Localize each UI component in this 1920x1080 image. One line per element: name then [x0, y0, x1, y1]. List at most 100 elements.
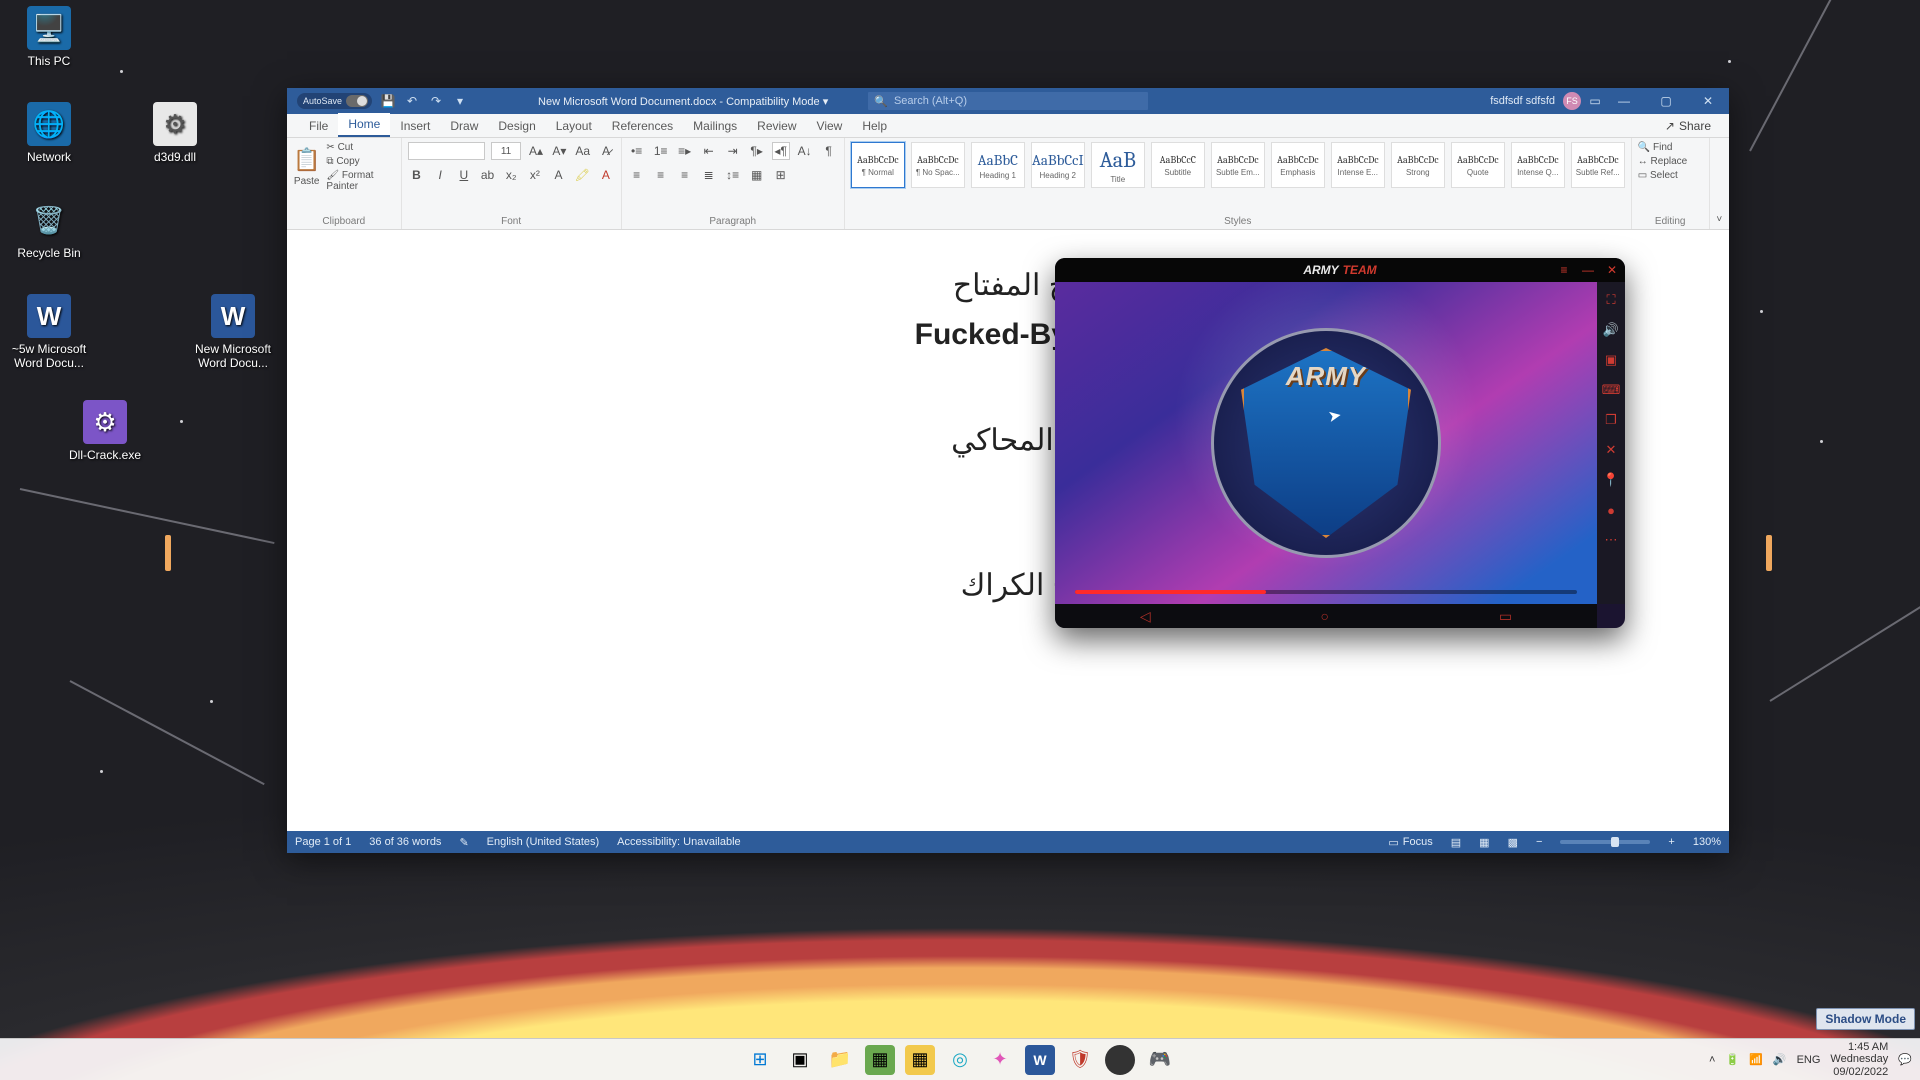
- taskbar-app-2[interactable]: ▦: [905, 1045, 935, 1075]
- fullscreen-icon[interactable]: ⛶: [1603, 292, 1619, 308]
- cut-button[interactable]: ✂ Cut: [326, 142, 394, 153]
- multilevel-icon[interactable]: ≡▸: [676, 142, 694, 160]
- style-intense-e-[interactable]: AaBbCcDcIntense E...: [1331, 142, 1385, 188]
- tray-volume-icon[interactable]: 🔊: [1773, 1053, 1787, 1066]
- shadow-mode-badge[interactable]: Shadow Mode: [1816, 1008, 1915, 1030]
- emulator-window[interactable]: ARMY TEAM ≡ ― ✕ ARMY ⛶ 🔊 ▣ ⌨ ❐ ✕ 📍 ● ⋯ ◁…: [1055, 258, 1625, 628]
- print-layout-icon[interactable]: ▦: [1479, 836, 1489, 849]
- minimize-button[interactable]: ―: [1603, 88, 1645, 114]
- nav-home-icon[interactable]: ○: [1321, 608, 1329, 624]
- style-heading-2[interactable]: AaBbCcIHeading 2: [1031, 142, 1085, 188]
- tab-insert[interactable]: Insert: [390, 115, 440, 137]
- tray-wifi-icon[interactable]: 📶: [1749, 1053, 1763, 1066]
- zoom-out-button[interactable]: −: [1536, 836, 1542, 848]
- italic-icon[interactable]: I: [431, 166, 449, 184]
- style-heading-1[interactable]: AaBbCHeading 1: [971, 142, 1025, 188]
- style-strong[interactable]: AaBbCcDcStrong: [1391, 142, 1445, 188]
- tray-chevron-icon[interactable]: ˄: [1709, 1054, 1715, 1066]
- tab-mailings[interactable]: Mailings: [683, 115, 747, 137]
- ribbon-options-icon[interactable]: ▭: [1587, 93, 1603, 109]
- text-effects-icon[interactable]: A: [550, 166, 568, 184]
- taskbar-app-1[interactable]: ▦: [865, 1045, 895, 1075]
- desktop-icon-dll-crack[interactable]: ⚙Dll-Crack.exe: [60, 400, 150, 462]
- tab-review[interactable]: Review: [747, 115, 806, 137]
- justify-icon[interactable]: ≣: [700, 166, 718, 184]
- find-button[interactable]: 🔍 Find: [1638, 142, 1703, 153]
- install-apk-icon[interactable]: ✕: [1603, 442, 1619, 458]
- style-emphasis[interactable]: AaBbCcDcEmphasis: [1271, 142, 1325, 188]
- style--no-spac-[interactable]: AaBbCcDc¶ No Spac...: [911, 142, 965, 188]
- tab-view[interactable]: View: [807, 115, 853, 137]
- style-title[interactable]: AaBTitle: [1091, 142, 1145, 188]
- search-box[interactable]: 🔍Search (Alt+Q): [868, 92, 1148, 110]
- web-layout-icon[interactable]: ▩: [1508, 836, 1518, 849]
- tab-layout[interactable]: Layout: [546, 115, 602, 137]
- save-icon[interactable]: 💾: [380, 93, 396, 109]
- taskbar-app-6[interactable]: [1105, 1045, 1135, 1075]
- font-name-box[interactable]: [408, 142, 485, 160]
- emulator-screen[interactable]: ARMY: [1055, 282, 1597, 604]
- zoom-level[interactable]: 130%: [1693, 836, 1721, 848]
- screenshot-icon[interactable]: ▣: [1603, 352, 1619, 368]
- strike-icon[interactable]: ab: [479, 166, 497, 184]
- qat-customize-icon[interactable]: ▾: [452, 93, 468, 109]
- shrink-font-icon[interactable]: A▾: [551, 142, 568, 160]
- zoom-in-button[interactable]: +: [1668, 836, 1674, 848]
- record-icon[interactable]: ●: [1603, 502, 1619, 518]
- status-lang[interactable]: English (United States): [487, 836, 600, 848]
- emu-minimize-icon[interactable]: ―: [1581, 263, 1595, 277]
- style-intense-q-[interactable]: AaBbCcDcIntense Q...: [1511, 142, 1565, 188]
- undo-icon[interactable]: ↶: [404, 93, 420, 109]
- start-button[interactable]: ⊞: [745, 1045, 775, 1075]
- align-left-icon[interactable]: ≡: [628, 166, 646, 184]
- subscript-icon[interactable]: x₂: [502, 166, 520, 184]
- tab-references[interactable]: References: [602, 115, 683, 137]
- volume-icon[interactable]: 🔊: [1603, 322, 1619, 338]
- tab-help[interactable]: Help: [852, 115, 897, 137]
- line-spacing-icon[interactable]: ↕≡: [724, 166, 742, 184]
- rtl-icon[interactable]: ◂¶: [772, 142, 790, 160]
- highlight-icon[interactable]: 🖍: [573, 166, 591, 184]
- more-icon[interactable]: ⋯: [1603, 532, 1619, 548]
- font-size-box[interactable]: 11: [491, 142, 522, 160]
- taskbar-word-icon[interactable]: W: [1025, 1045, 1055, 1075]
- align-center-icon[interactable]: ≡: [652, 166, 670, 184]
- emulator-titlebar[interactable]: ARMY TEAM ≡ ― ✕: [1055, 258, 1625, 282]
- tab-draw[interactable]: Draw: [440, 115, 488, 137]
- status-page[interactable]: Page 1 of 1: [295, 836, 351, 848]
- desktop-icon-network[interactable]: 🌐Network: [4, 102, 94, 164]
- file-explorer-icon[interactable]: 📁: [825, 1045, 855, 1075]
- change-case-icon[interactable]: Aa: [574, 142, 591, 160]
- copy-button[interactable]: ⧉ Copy: [326, 156, 394, 167]
- underline-icon[interactable]: U: [455, 166, 473, 184]
- style-subtle-em-[interactable]: AaBbCcDcSubtle Em...: [1211, 142, 1265, 188]
- desktop-icon-word-doc-2[interactable]: WNew Microsoft Word Docu...: [188, 294, 278, 370]
- account-button[interactable]: fsdfsdf sdfsfdFS: [1490, 92, 1581, 110]
- desktop-icon-word-doc-1[interactable]: W~5w Microsoft Word Docu...: [4, 294, 94, 370]
- task-view-icon[interactable]: ▣: [785, 1045, 815, 1075]
- style-subtitle[interactable]: AaBbCcCSubtitle: [1151, 142, 1205, 188]
- format-painter-button[interactable]: 🖌 Format Painter: [326, 170, 394, 192]
- tray-clock[interactable]: 1:45 AM Wednesday 09/02/2022: [1830, 1041, 1888, 1077]
- show-marks-icon[interactable]: ¶: [820, 142, 838, 160]
- dec-indent-icon[interactable]: ⇤: [700, 142, 718, 160]
- tab-file[interactable]: File: [299, 115, 338, 137]
- align-right-icon[interactable]: ≡: [676, 166, 694, 184]
- style-subtle-ref-[interactable]: AaBbCcDcSubtle Ref...: [1571, 142, 1625, 188]
- styles-gallery[interactable]: AaBbCcDc¶ NormalAaBbCcDc¶ No Spac...AaBb…: [851, 142, 1625, 188]
- desktop-icon-recycle-bin[interactable]: 🗑️Recycle Bin: [4, 198, 94, 260]
- ltr-icon[interactable]: ¶▸: [748, 142, 766, 160]
- taskbar-app-7[interactable]: 🎮: [1145, 1045, 1175, 1075]
- emu-close-icon[interactable]: ✕: [1605, 263, 1619, 277]
- tray-lang[interactable]: ENG: [1797, 1054, 1821, 1066]
- desktop-icon-d3d9[interactable]: ⚙d3d9.dll: [130, 102, 220, 164]
- clear-format-icon[interactable]: A̷: [597, 142, 614, 160]
- nav-recent-icon[interactable]: ▭: [1499, 608, 1512, 625]
- tab-design[interactable]: Design: [488, 115, 545, 137]
- font-color-icon[interactable]: A: [597, 166, 615, 184]
- share-button[interactable]: ↗Share: [1657, 115, 1719, 137]
- taskbar-app-3[interactable]: ◎: [945, 1045, 975, 1075]
- locate-icon[interactable]: 📍: [1603, 472, 1619, 488]
- numbering-icon[interactable]: 1≡: [652, 142, 670, 160]
- style--normal[interactable]: AaBbCcDc¶ Normal: [851, 142, 905, 188]
